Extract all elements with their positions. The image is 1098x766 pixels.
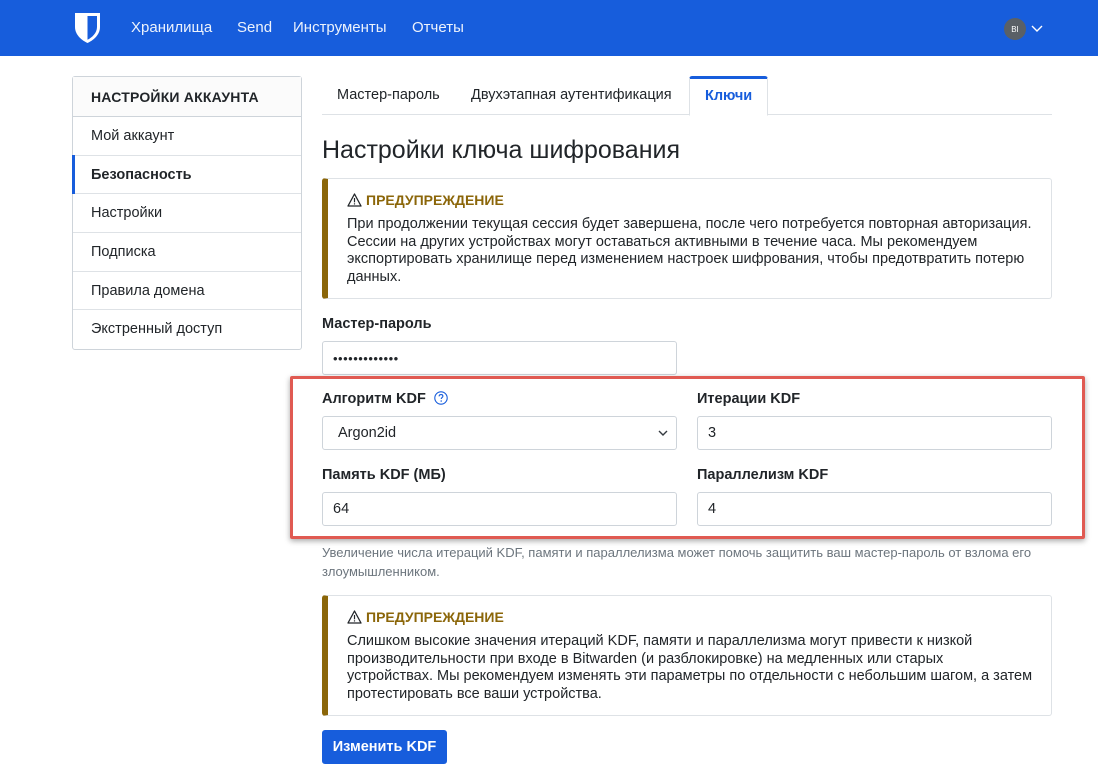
sidebar-item-preferences[interactable]: Настройки	[73, 194, 301, 234]
master-password-input[interactable]: •••••••••••••	[322, 341, 677, 375]
master-password-label: Мастер-пароль	[322, 316, 432, 332]
top-navbar: Хранилища Send Инструменты Отчеты BI	[0, 0, 1098, 56]
avatar: BI	[1004, 18, 1026, 40]
warning-text: Слишком высокие значения итераций KDF, п…	[347, 633, 1033, 702]
kdf-parallelism-label: Параллелизм KDF	[697, 467, 829, 483]
nav-vaults[interactable]: Хранилища	[131, 19, 212, 37]
nav-tools[interactable]: Инструменты	[293, 19, 387, 37]
kdf-parallelism-input[interactable]: 4	[697, 492, 1052, 526]
kdf-algorithm-label: Алгоритм KDF	[322, 391, 448, 407]
sidebar-item-emergency-access[interactable]: Экстренный доступ	[73, 310, 301, 349]
kdf-memory-label: Память KDF (МБ)	[322, 467, 446, 483]
tab-keys[interactable]: Ключи	[689, 76, 769, 116]
sidebar-item-subscription[interactable]: Подписка	[73, 233, 301, 272]
nav-reports[interactable]: Отчеты	[412, 19, 464, 37]
warning-text: При продолжении текущая сессия будет зав…	[347, 216, 1032, 285]
warning-title: ПРЕДУПРЕЖДЕНИЕ	[366, 609, 504, 625]
kdf-iterations-label: Итерации KDF	[697, 391, 801, 407]
kdf-iterations-input[interactable]: 3	[697, 416, 1052, 450]
account-settings-sidebar: НАСТРОЙКИ АККАУНТА Мой аккаунт Безопасно…	[72, 76, 302, 351]
sidebar-item-security[interactable]: Безопасность	[72, 154, 301, 195]
warning-icon	[347, 610, 362, 624]
kdf-memory-input[interactable]: 64	[322, 492, 677, 526]
tab-two-step-login[interactable]: Двухэтапная аутентификация	[456, 76, 687, 115]
nav-send[interactable]: Send	[237, 19, 272, 37]
page-title: Настройки ключа шифрования	[322, 136, 681, 164]
chevron-down-icon	[658, 430, 668, 436]
warning-title: ПРЕДУПРЕЖДЕНИЕ	[366, 192, 504, 208]
help-icon[interactable]	[434, 391, 448, 405]
tab-master-password[interactable]: Мастер-пароль	[322, 76, 455, 115]
chevron-down-icon	[1031, 25, 1043, 32]
warning-callout: ПРЕДУПРЕЖДЕНИЕ При продолжении текущая с…	[322, 178, 1052, 299]
kdf-hint-text: Увеличение числа итераций KDF, памяти и …	[322, 545, 1032, 579]
kdf-algorithm-select[interactable]: Argon2id	[322, 416, 677, 450]
change-kdf-button[interactable]: Изменить KDF	[322, 730, 447, 764]
account-menu[interactable]: BI	[1004, 18, 1043, 40]
bitwarden-shield-icon[interactable]	[74, 12, 101, 44]
warning-icon	[347, 193, 362, 207]
kdf-algorithm-value: Argon2id	[338, 425, 397, 441]
kdf-warning-callout: ПРЕДУПРЕЖДЕНИЕ Слишком высокие значения …	[322, 595, 1052, 716]
sidebar-item-my-account[interactable]: Мой аккаунт	[73, 117, 301, 156]
sidebar-item-domain-rules[interactable]: Правила домена	[73, 272, 301, 311]
security-tabs: Мастер-пароль Двухэтапная аутентификация…	[322, 76, 1052, 116]
sidebar-title: НАСТРОЙКИ АККАУНТА	[73, 77, 301, 117]
